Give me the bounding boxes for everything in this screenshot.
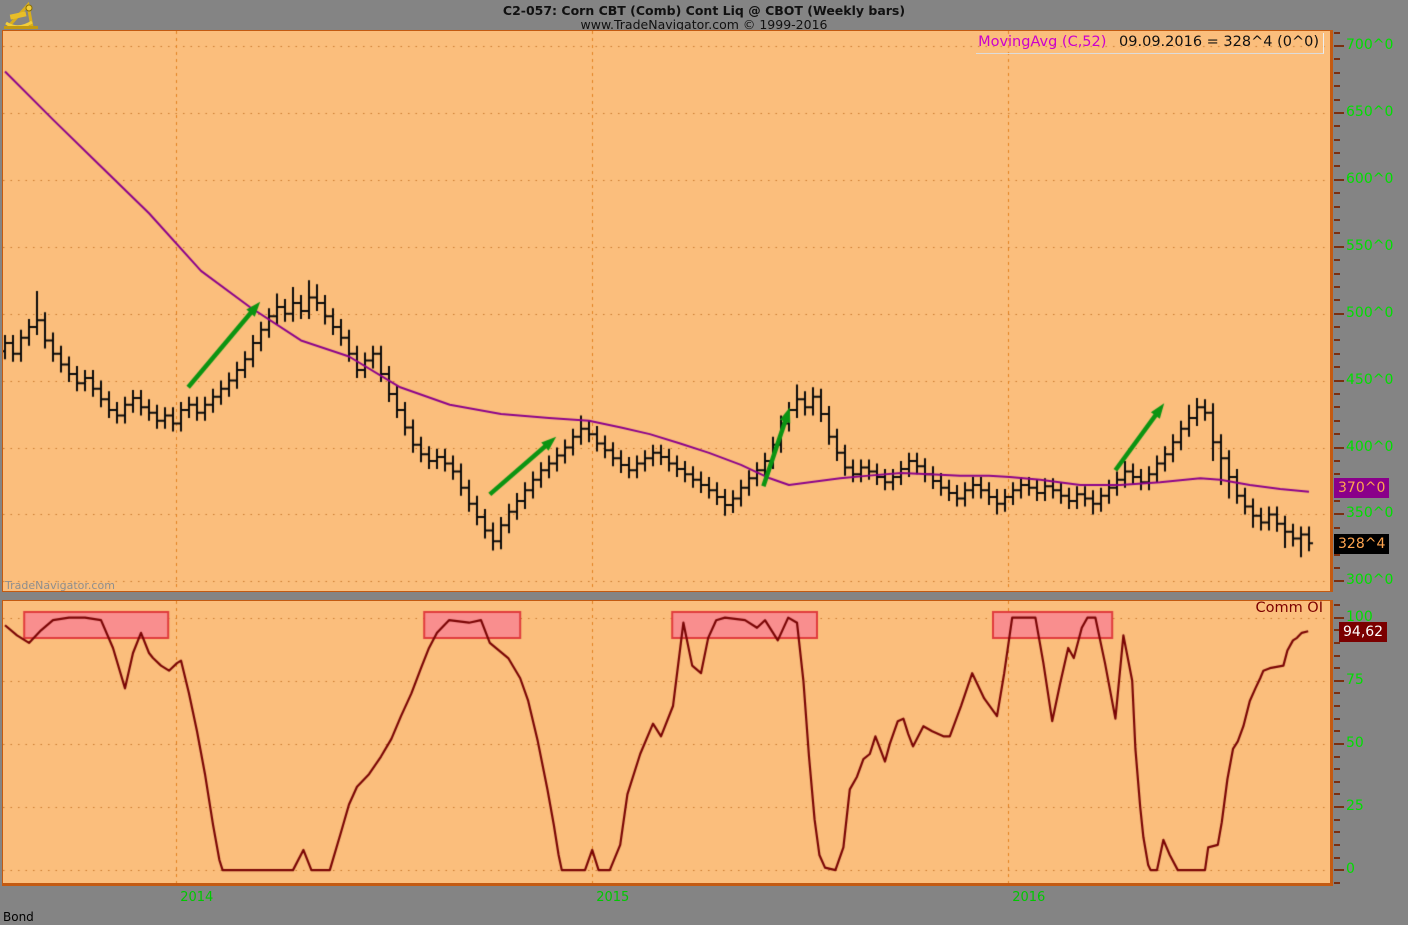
ma-value-tag: 370^0 [1334,478,1390,498]
axis-tick [1334,326,1340,329]
axis-tick [1334,44,1344,47]
axis-tick [1334,272,1340,275]
axis-tick-label: 75 [1346,671,1364,688]
axis-tick [1334,352,1340,355]
legend-indicator-name: MovingAvg (C,52) [978,34,1107,50]
axis-tick [1334,232,1340,235]
axis-tick-label: 50 [1346,734,1364,751]
axis-tick [1334,138,1340,141]
axis-tick-label: 450^0 [1346,371,1394,388]
axis-tick [1334,717,1340,720]
axis-tick [1334,843,1340,846]
axis-tick [1334,152,1340,155]
oi-indicator-label: Comm OI [1255,600,1323,616]
axis-tick-label: 25 [1346,798,1364,814]
price-axis[interactable]: 700^0 650^0 600^0 550^0 500^0 450^0 400^0 350^0… [1332,30,1408,592]
axis-tick [1334,742,1344,745]
axis-tick [1334,692,1340,695]
axis-tick [1334,192,1340,195]
axis-tick-label: 400^0 [1346,438,1394,455]
axis-tick [1334,285,1340,288]
price-chart-canvas[interactable] [3,31,1329,591]
bottom-status-label: Bond [3,910,34,924]
axis-tick-label: 0 [1346,861,1355,878]
axis-tick [1334,869,1344,872]
axis-tick [1334,58,1340,61]
axis-tick-label: 700^0 [1346,36,1394,53]
axis-tick [1334,566,1340,569]
axis-tick [1334,616,1344,619]
axis-tick-label: 550^0 [1346,237,1394,254]
axis-tick [1334,366,1340,369]
axis-tick [1334,580,1344,583]
oi-axis[interactable]: 100 75 50 25 0 [1332,600,1408,886]
oi-value-tag: 94,62 [1339,622,1388,642]
axis-tick [1334,312,1344,315]
axis-tick [1334,679,1344,682]
axis-tick [1334,165,1340,168]
axis-tick [1334,730,1340,733]
axis-tick [1334,818,1340,821]
axis-tick [1334,178,1344,181]
axis-tick [1334,446,1344,449]
axis-tick [1334,755,1340,758]
axis-tick [1334,654,1340,657]
axis-tick [1334,433,1340,436]
legend-cursor-value: 09.09.2016 = 328^4 (0^0) [1119,34,1319,50]
x-axis-year-label: 2014 [180,890,214,905]
indicator-legend[interactable]: MovingAvg (C,52) 09.09.2016 = 328^4 (0^0… [976,33,1324,54]
axis-tick [1334,768,1340,771]
axis-tick [1334,111,1344,114]
axis-tick [1334,780,1340,783]
axis-tick [1334,218,1340,221]
axis-tick [1334,705,1340,708]
axis-tick [1334,245,1344,248]
axis-tick [1334,831,1340,834]
axis-tick [1334,459,1340,462]
axis-tick [1334,71,1340,74]
tradenavigator-window: C2-057: Corn CBT (Comb) Cont Liq @ CBOT … [0,0,1408,925]
axis-tick [1334,379,1344,382]
axis-tick [1334,500,1340,503]
axis-tick [1334,299,1340,302]
axis-tick-label: 300^0 [1346,572,1394,589]
axis-tick [1334,473,1340,476]
axis-tick-label: 600^0 [1346,170,1394,187]
axis-tick [1334,31,1340,34]
axis-tick [1334,793,1340,796]
chart-title: C2-057: Corn CBT (Comb) Cont Liq @ CBOT … [502,3,906,18]
x-axis-year-label: 2016 [1012,890,1046,905]
axis-tick [1334,392,1340,395]
axis-tick-label: 650^0 [1346,103,1394,120]
axis-tick [1334,806,1344,808]
axis-tick [1334,259,1340,262]
last-price-tag: 328^4 [1334,534,1390,554]
axis-tick [1334,98,1340,101]
axis-tick [1334,881,1340,884]
oi-chart-canvas[interactable] [3,601,1329,883]
axis-tick [1334,641,1340,644]
axis-tick [1334,856,1340,859]
axis-tick [1334,339,1340,342]
axis-tick [1334,85,1340,88]
axis-tick-label: 500^0 [1346,304,1394,321]
axis-tick [1334,513,1344,516]
axis-tick [1334,205,1340,208]
axis-tick [1334,604,1340,607]
x-axis-year-label: 2015 [596,890,630,905]
axis-tick [1334,125,1340,128]
watermark: TradeNavigator.com [5,579,115,592]
axis-tick [1334,667,1340,670]
axis-tick-label: 350^0 [1346,505,1394,522]
axis-tick [1334,406,1340,409]
axis-tick [1334,419,1340,422]
axis-tick [1334,526,1340,529]
